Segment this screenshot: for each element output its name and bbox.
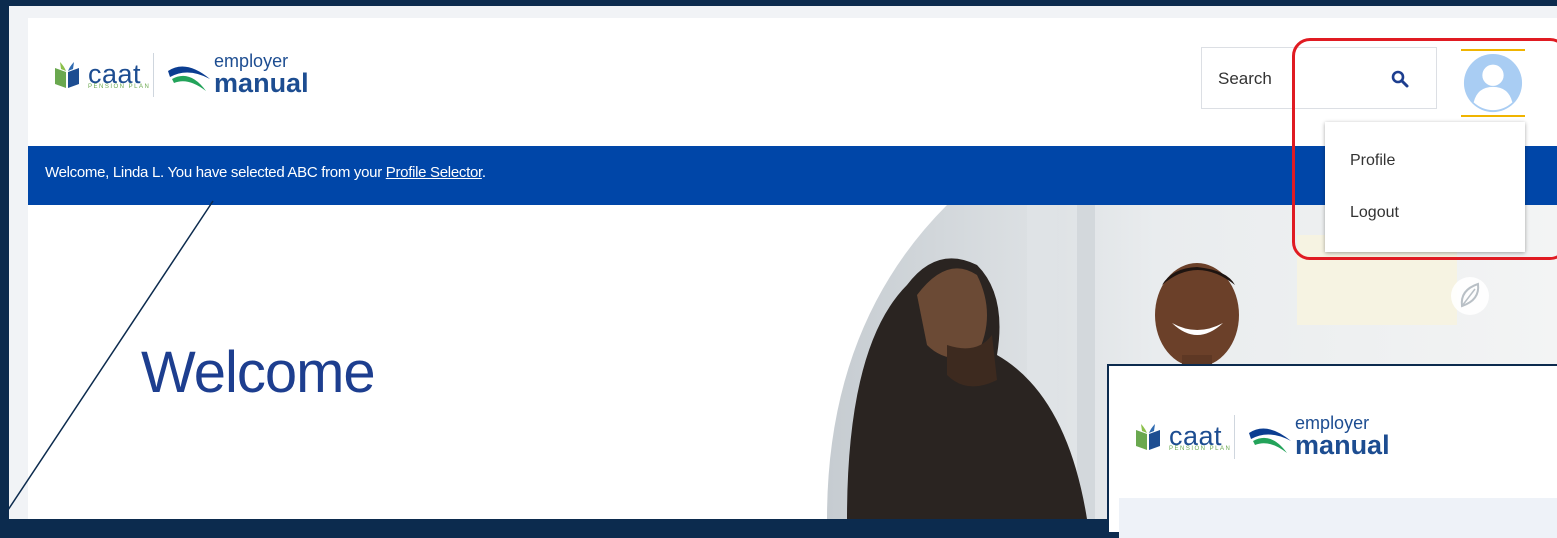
inset-logo-product: employer manual	[1295, 414, 1390, 459]
employer-manual-swoosh-icon	[168, 66, 211, 91]
inset-logo-separator	[1234, 414, 1236, 459]
logo-separator	[153, 52, 155, 97]
inset-logo-product-bottom: manual	[1295, 430, 1390, 460]
inset-logo: caat PENSION PLAN employer manual	[1133, 414, 1390, 459]
inset-logo-plan-text: PENSION PLAN	[1169, 446, 1232, 452]
banner-text: Welcome, Linda L. You have selected ABC …	[45, 164, 486, 181]
inset-banner-strip	[1119, 498, 1557, 538]
highlight-annotation-box	[1292, 38, 1557, 260]
inset-swoosh-icon	[1249, 428, 1292, 453]
banner-text-after: .	[481, 164, 486, 181]
hero-title: Welcome	[141, 340, 376, 405]
inset-caat-book-icon	[1136, 423, 1160, 450]
logo-product-bottom: manual	[214, 68, 309, 98]
leaf-decoration-icon	[1451, 277, 1489, 315]
profile-selector-link[interactable]: Profile Selector	[386, 164, 482, 181]
logo-plan-text: PENSION PLAN	[88, 84, 151, 90]
caat-book-icon	[55, 61, 79, 88]
logo-product: employer manual	[214, 52, 309, 97]
site-logo[interactable]: caat PENSION PLAN employer manual	[52, 52, 309, 97]
banner-text-before: Welcome, Linda L. You have selected ABC …	[45, 164, 386, 181]
inset-screenshot-card: caat PENSION PLAN employer manual	[1107, 364, 1557, 538]
